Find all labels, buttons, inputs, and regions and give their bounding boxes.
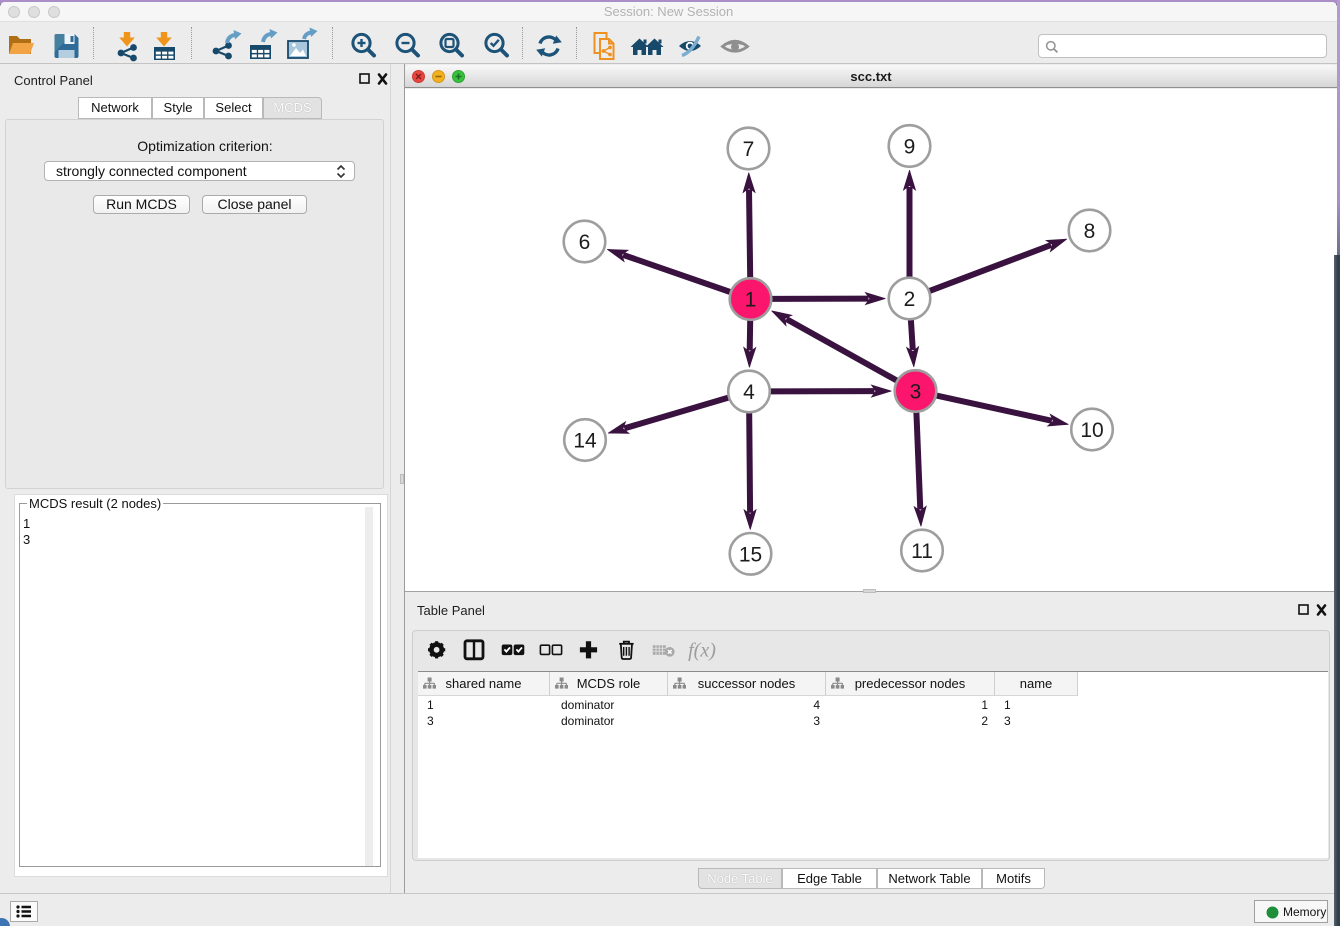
- svg-text:f(x): f(x): [688, 640, 716, 662]
- svg-text:11: 11: [911, 540, 933, 563]
- svg-text:15: 15: [739, 543, 762, 566]
- svg-text:4: 4: [743, 381, 755, 404]
- svg-text:1: 1: [745, 289, 757, 312]
- svg-text:6: 6: [579, 231, 591, 254]
- svg-text:10: 10: [1080, 419, 1103, 442]
- svg-text:8: 8: [1084, 220, 1096, 243]
- svg-text:14: 14: [573, 430, 597, 453]
- svg-text:3: 3: [910, 381, 922, 404]
- svg-text:7: 7: [743, 138, 755, 161]
- svg-text:9: 9: [904, 136, 916, 159]
- svg-text:2: 2: [904, 288, 916, 311]
